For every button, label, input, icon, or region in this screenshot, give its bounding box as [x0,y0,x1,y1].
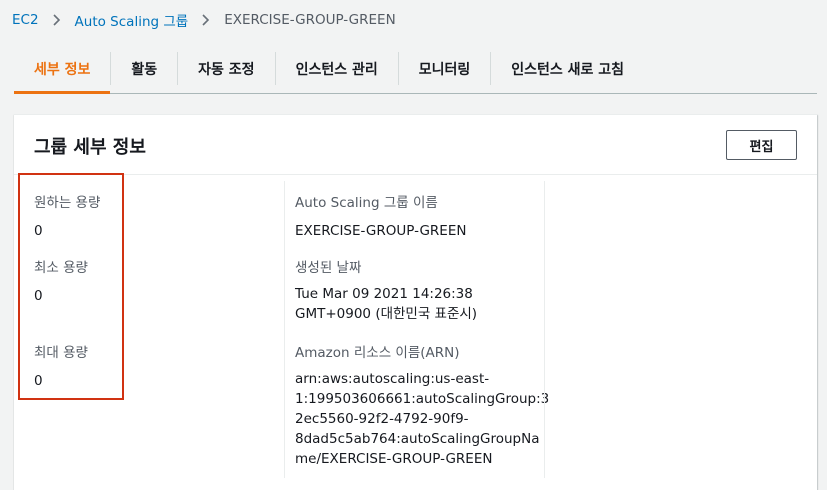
panel-header: 그룹 세부 정보 편집 [14,115,817,175]
breadcrumb: EC2 Auto Scaling 그룹 EXERCISE-GROUP-GREEN [12,10,396,30]
chevron-right-icon [52,14,61,26]
details-columns: 원하는 용량 0 최소 용량 0 최대 용량 0 Auto Scaling 그룹… [14,175,817,490]
empty-column [544,181,817,478]
tab-bar: 세부 정보 활동 자동 조정 인스턴스 관리 모니터링 인스턴스 새로 고침 [14,44,817,94]
created-date-value: Tue Mar 09 2021 14:26:38 GMT+0900 (대한민국 … [295,284,477,324]
tab-instance-refresh[interactable]: 인스턴스 새로 고침 [491,44,644,93]
tab-activity[interactable]: 활동 [111,44,177,93]
breadcrumb-link-ec2[interactable]: EC2 [12,12,39,28]
arn-field: Amazon 리소스 이름(ARN) arn:aws:autoscaling:u… [295,341,549,469]
chevron-right-icon [202,14,210,26]
created-date-line: Tue Mar 09 2021 14:26:38 [295,286,473,302]
arn-value: arn:aws:autoscaling:us-east- 1:199503606… [295,369,549,469]
group-name-label: Auto Scaling 그룹 이름 [295,195,438,211]
arn-line: 1:199503606661:autoScalingGroup:3 [295,391,550,407]
capacity-highlight-box [18,173,124,400]
tab-automatic-scaling[interactable]: 자동 조정 [178,44,274,93]
breadcrumb-current: EXERCISE-GROUP-GREEN [224,12,396,28]
arn-line: 2ec5560-92f2-4792-90f9- [295,411,469,427]
created-date-line: GMT+0900 (대한민국 표준시) [295,306,478,322]
created-date-label: 생성된 날짜 [295,260,362,276]
arn-label: Amazon 리소스 이름(ARN) [295,345,460,361]
group-details-panel: 그룹 세부 정보 편집 원하는 용량 0 최소 용량 0 최대 용량 0 Aut… [14,114,817,490]
tab-instance-management[interactable]: 인스턴스 관리 [276,44,398,93]
edit-button[interactable]: 편집 [726,130,797,160]
arn-line: arn:aws:autoscaling:us-east- [295,371,490,387]
created-date-field: 생성된 날짜 Tue Mar 09 2021 14:26:38 GMT+0900… [295,256,477,324]
breadcrumb-link-asg[interactable]: Auto Scaling 그룹 [75,10,189,30]
arn-line: 8dad5c5ab764:autoScalingGroupNa [295,431,540,447]
tab-details[interactable]: 세부 정보 [14,44,111,94]
panel-title: 그룹 세부 정보 [34,137,146,158]
arn-line: me/EXERCISE-GROUP-GREEN [295,451,493,467]
info-column: Auto Scaling 그룹 이름 EXERCISE-GROUP-GREEN … [284,181,549,478]
group-name-field: Auto Scaling 그룹 이름 EXERCISE-GROUP-GREEN [295,191,466,241]
group-name-value: EXERCISE-GROUP-GREEN [295,223,467,239]
tab-monitoring[interactable]: 모니터링 [399,44,491,93]
